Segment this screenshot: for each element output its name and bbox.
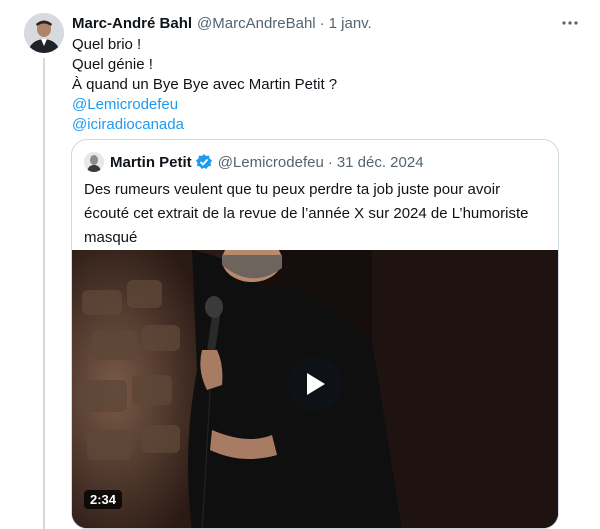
author-avatar[interactable]	[24, 13, 64, 53]
tweet-line: Quel génie !	[72, 56, 153, 73]
more-icon[interactable]	[560, 13, 580, 33]
mention-link[interactable]: @iciradiocanada	[72, 115, 572, 135]
author-name[interactable]: Marc-André Bahl	[72, 15, 192, 32]
quoted-tweet[interactable]: Martin Petit @Lemicrodefeu · 31 déc. 202…	[71, 139, 559, 529]
quote-author-handle[interactable]: @Lemicrodefeu	[218, 154, 324, 171]
mention-link[interactable]: @Lemicrodefeu	[72, 95, 572, 115]
separator-dot: ·	[319, 14, 325, 32]
play-button[interactable]	[288, 357, 342, 411]
quote-author-name[interactable]: Martin Petit	[110, 154, 192, 171]
video-duration: 2:34	[84, 490, 123, 509]
separator-dot: ·	[327, 153, 333, 171]
verified-icon	[195, 153, 213, 171]
tweet-header: Marc-André Bahl @MarcAndreBahl · 1 janv.	[72, 13, 580, 33]
quote-time[interactable]: 31 déc. 2024	[337, 154, 424, 171]
thread-line	[43, 58, 45, 529]
quote-header: Martin Petit @Lemicrodefeu · 31 déc. 202…	[84, 152, 424, 172]
video-player[interactable]: 2:34	[72, 250, 558, 528]
tweet-line: À quand un Bye Bye avec Martin Petit ?	[72, 76, 338, 93]
quote-author-avatar[interactable]	[84, 152, 104, 172]
author-handle[interactable]: @MarcAndreBahl	[197, 15, 316, 32]
quote-text-body: Des rumeurs veulent que tu peux perdre t…	[84, 181, 529, 246]
tweet-time[interactable]: 1 janv.	[329, 15, 372, 32]
tweet-text: Quel brio ! Quel génie ! À quand un Bye …	[72, 35, 572, 135]
tweet-line: Quel brio !	[72, 36, 142, 53]
play-icon	[307, 373, 325, 395]
